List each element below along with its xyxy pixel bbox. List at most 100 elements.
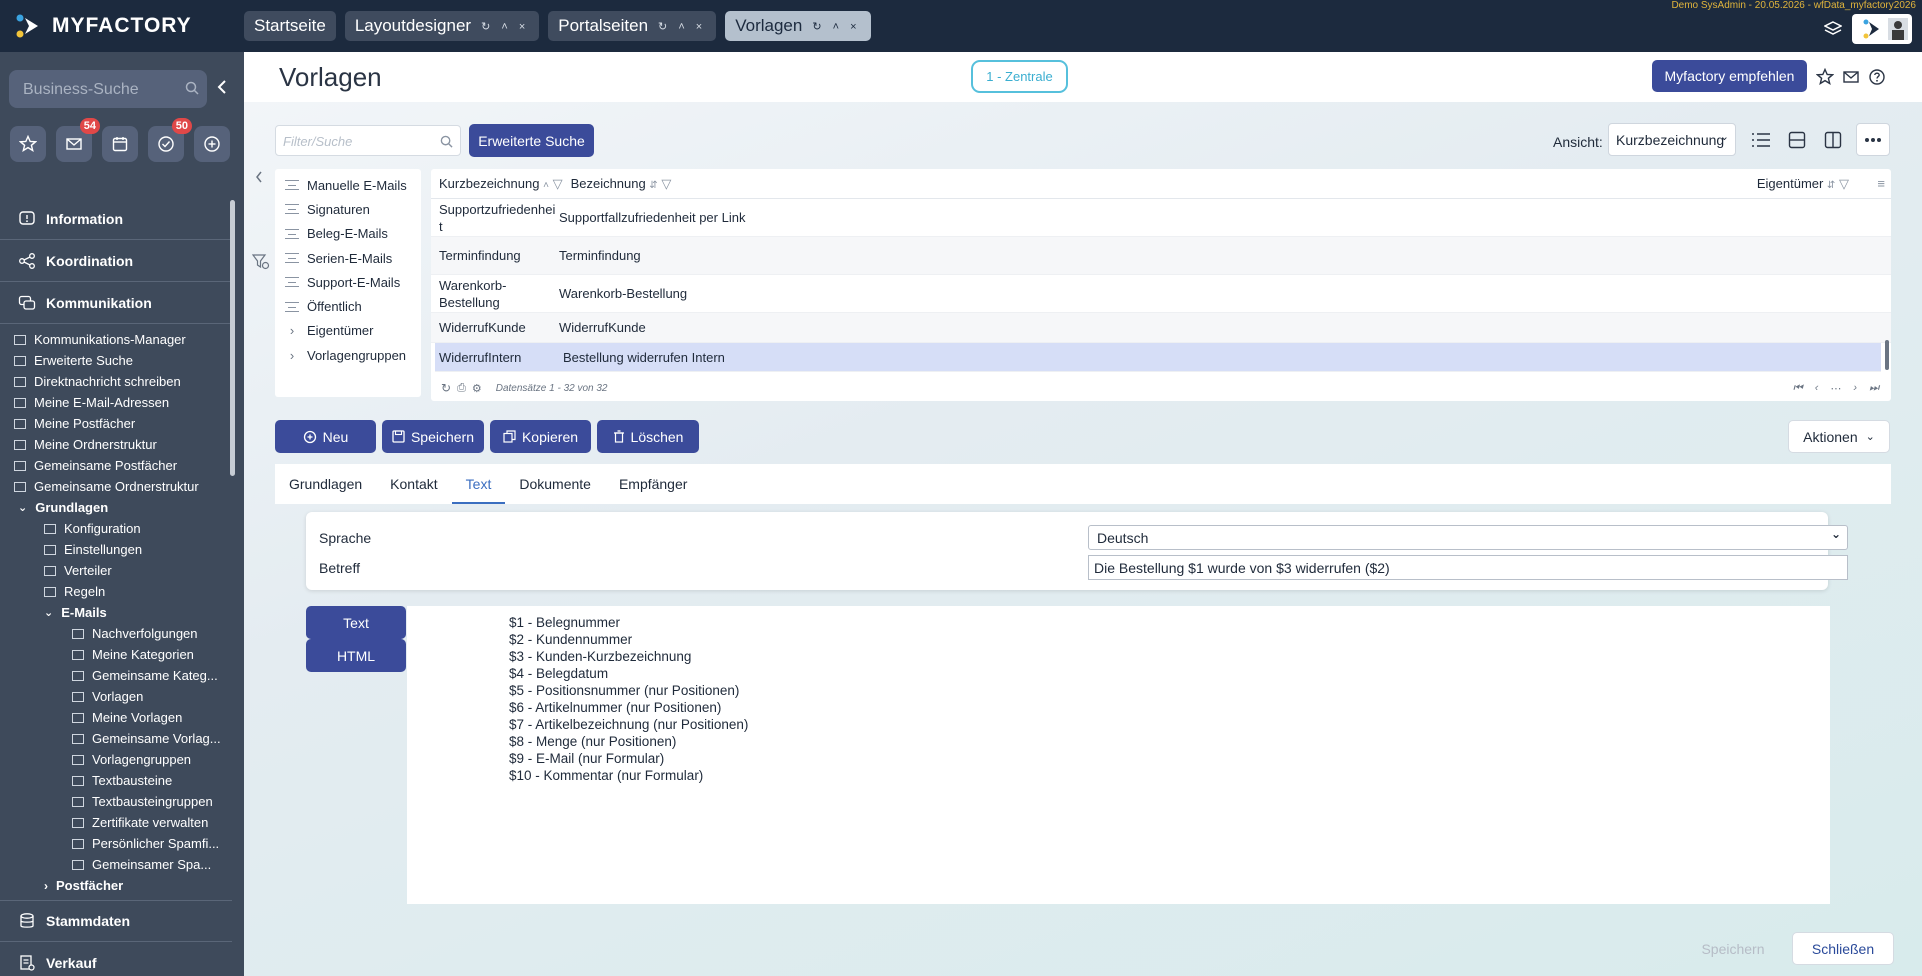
tab-portalseiten[interactable]: Portalseiten ↻ ˄ ×: [548, 11, 717, 41]
layers-icon[interactable]: [1824, 20, 1842, 38]
sidebar-section-kommunikation[interactable]: Kommunikation: [0, 282, 232, 324]
table-row[interactable]: Terminfindung Terminfindung: [431, 237, 1891, 275]
sidebar-item-einstellungen[interactable]: Einstellungen: [0, 539, 232, 560]
company-selector[interactable]: 1 - Zentrale: [971, 60, 1068, 93]
new-button[interactable]: Neu: [275, 420, 376, 453]
filter-icon[interactable]: ▽: [661, 176, 671, 191]
last-page-icon[interactable]: ⏭: [1869, 382, 1879, 395]
mail-icon[interactable]: [1842, 68, 1860, 86]
filter-search-input[interactable]: Filter/Suche: [275, 125, 461, 156]
save-button[interactable]: Speichern: [382, 420, 484, 453]
column-menu-icon[interactable]: ≡: [1877, 176, 1885, 191]
messages-button[interactable]: 54: [56, 118, 100, 162]
editor-content[interactable]: $1 - Belegnummer $2 - Kundennummer $3 - …: [509, 614, 748, 784]
tab-controls[interactable]: ↻ ˄ ×: [658, 20, 706, 33]
favorites-button[interactable]: [10, 126, 46, 162]
tab-text[interactable]: Text: [451, 464, 506, 504]
sidebar-item-email-adressen[interactable]: Meine E-Mail-Adressen: [0, 392, 232, 413]
column-header-eigentuemer[interactable]: Eigentümer ⇵ ▽: [1757, 176, 1849, 192]
sort-icon[interactable]: ˄: [543, 180, 549, 191]
tab-grundlagen[interactable]: Grundlagen: [275, 464, 376, 504]
tree-item-vorlagengruppen[interactable]: › Vorlagengruppen: [275, 343, 421, 367]
sidebar-section-koordination[interactable]: Koordination: [0, 240, 232, 282]
tree-item-serien-emails[interactable]: Serien-E-Mails: [275, 246, 421, 270]
tree-item-manuelle-emails[interactable]: Manuelle E-Mails: [275, 173, 421, 197]
sidebar-group-postfaecher[interactable]: › Postfächer: [0, 875, 232, 896]
chevron-right-icon[interactable]: ›: [285, 323, 299, 338]
tab-controls[interactable]: ↻ ˄ ×: [812, 20, 860, 33]
sidebar-item-gemeinsamer-spamfilter[interactable]: Gemeinsamer Spa...: [0, 854, 232, 875]
sidebar-item-meine-kategorien[interactable]: Meine Kategorien: [0, 644, 232, 665]
table-row[interactable]: WiderrufKunde WiderrufKunde: [431, 313, 1891, 343]
view-select[interactable]: Kurzbezeichnung ⌄: [1608, 123, 1736, 156]
tab-layoutdesigner[interactable]: Layoutdesigner ↻ ˄ ×: [344, 11, 540, 41]
text-editor[interactable]: $1 - Belegnummer $2 - Kundennummer $3 - …: [407, 606, 1830, 904]
tab-controls[interactable]: ↻ ˄ ×: [481, 20, 529, 33]
actions-dropdown[interactable]: Aktionen ⌄: [1788, 420, 1890, 453]
recommend-button[interactable]: Myfactory empfehlen: [1652, 60, 1807, 92]
prev-page-icon[interactable]: ‹: [1815, 382, 1819, 395]
editor-tab-text[interactable]: Text: [306, 606, 406, 639]
tree-item-oeffentlich[interactable]: Öffentlich: [275, 294, 421, 318]
betreff-input[interactable]: Die Bestellung $1 wurde von $3 widerrufe…: [1088, 555, 1848, 580]
close-button[interactable]: Schließen: [1792, 932, 1894, 965]
column-header-bezeichnung[interactable]: Bezeichnung ⇵ ▽: [571, 176, 672, 192]
table-row[interactable]: Supportzufriedenheit Supportfallzufrieden…: [431, 199, 1891, 237]
split-vertical-icon[interactable]: [1818, 123, 1848, 156]
chevron-left-icon[interactable]: [254, 170, 264, 184]
tree-item-eigentuemer[interactable]: › Eigentümer: [275, 319, 421, 343]
list-view-icon[interactable]: [1746, 123, 1776, 156]
split-horizontal-icon[interactable]: [1782, 123, 1812, 156]
tab-vorlagen[interactable]: Vorlagen ↻ ˄ ×: [725, 11, 871, 41]
editor-tab-html[interactable]: HTML: [306, 639, 406, 672]
grid-scrollbar[interactable]: [1885, 340, 1889, 370]
chevron-left-icon[interactable]: [216, 79, 228, 95]
next-page-icon[interactable]: ›: [1853, 382, 1857, 395]
sidebar-item-gemeinsame-postfaecher[interactable]: Gemeinsame Postfächer: [0, 455, 232, 476]
gear-icon[interactable]: ⚙: [472, 382, 482, 395]
table-row-selected[interactable]: WiderrufIntern Bestellung widerrufen Inte…: [435, 343, 1881, 372]
pages-ellipsis[interactable]: ⋯: [1830, 382, 1841, 395]
sidebar-item-meine-vorlagen[interactable]: Meine Vorlagen: [0, 707, 232, 728]
tree-item-signaturen[interactable]: Signaturen: [275, 197, 421, 221]
print-icon[interactable]: ⎙: [457, 382, 466, 395]
sidebar-group-emails[interactable]: ⌄ E-Mails: [0, 602, 232, 623]
sidebar-item-nachverfolgungen[interactable]: Nachverfolgungen: [0, 623, 232, 644]
sidebar-item-erweiterte-suche[interactable]: Erweiterte Suche: [0, 350, 232, 371]
star-icon[interactable]: [1816, 68, 1834, 86]
tab-empfaenger[interactable]: Empfänger: [605, 464, 701, 504]
business-search-input[interactable]: Business-Suche: [9, 70, 207, 108]
user-avatar[interactable]: [1852, 14, 1912, 44]
logo[interactable]: MYFACTORY: [14, 12, 192, 40]
more-options-button[interactable]: [1856, 123, 1890, 156]
sidebar-item-gemeinsame-kategorien[interactable]: Gemeinsame Kateg...: [0, 665, 232, 686]
chevron-right-icon[interactable]: ›: [285, 348, 299, 363]
sidebar-item-gemeinsame-ordnerstruktur[interactable]: Gemeinsame Ordnerstruktur: [0, 476, 232, 497]
copy-button[interactable]: Kopieren: [490, 420, 591, 453]
filter-icon[interactable]: ▽: [1839, 176, 1849, 191]
sidebar-group-grundlagen[interactable]: ⌄ Grundlagen: [0, 497, 232, 518]
sidebar-section-stammdaten[interactable]: Stammdaten: [0, 900, 232, 942]
tab-dokumente[interactable]: Dokumente: [505, 464, 605, 504]
sidebar-scrollbar[interactable]: [230, 200, 235, 476]
sidebar-item-meine-ordnerstruktur[interactable]: Meine Ordnerstruktur: [0, 434, 232, 455]
tab-kontakt[interactable]: Kontakt: [376, 464, 451, 504]
advanced-search-button[interactable]: Erweiterte Suche: [469, 124, 594, 157]
search-icon[interactable]: [440, 135, 453, 148]
sidebar-item-verteiler[interactable]: Verteiler: [0, 560, 232, 581]
sidebar-item-persoenlicher-spamfilter[interactable]: Persönlicher Spamfi...: [0, 833, 232, 854]
sidebar-item-meine-postfaecher[interactable]: Meine Postfächer: [0, 413, 232, 434]
sidebar-item-vorlagengruppen[interactable]: Vorlagengruppen: [0, 749, 232, 770]
sidebar-item-konfiguration[interactable]: Konfiguration: [0, 518, 232, 539]
tab-startseite[interactable]: Startseite: [244, 11, 336, 41]
sidebar-item-textbausteingruppen[interactable]: Textbausteingruppen: [0, 791, 232, 812]
sidebar-section-information[interactable]: Information: [0, 198, 232, 240]
refresh-icon[interactable]: ↻: [441, 381, 451, 395]
sidebar-item-zertifikate[interactable]: Zertifikate verwalten: [0, 812, 232, 833]
sidebar-item-vorlagen[interactable]: Vorlagen: [0, 686, 232, 707]
help-icon[interactable]: [1868, 68, 1886, 86]
sidebar-item-textbausteine[interactable]: Textbausteine: [0, 770, 232, 791]
sidebar-item-gemeinsame-vorlagen[interactable]: Gemeinsame Vorlag...: [0, 728, 232, 749]
filter-settings-icon[interactable]: [252, 254, 270, 270]
first-page-icon[interactable]: ⏮: [1793, 382, 1803, 395]
